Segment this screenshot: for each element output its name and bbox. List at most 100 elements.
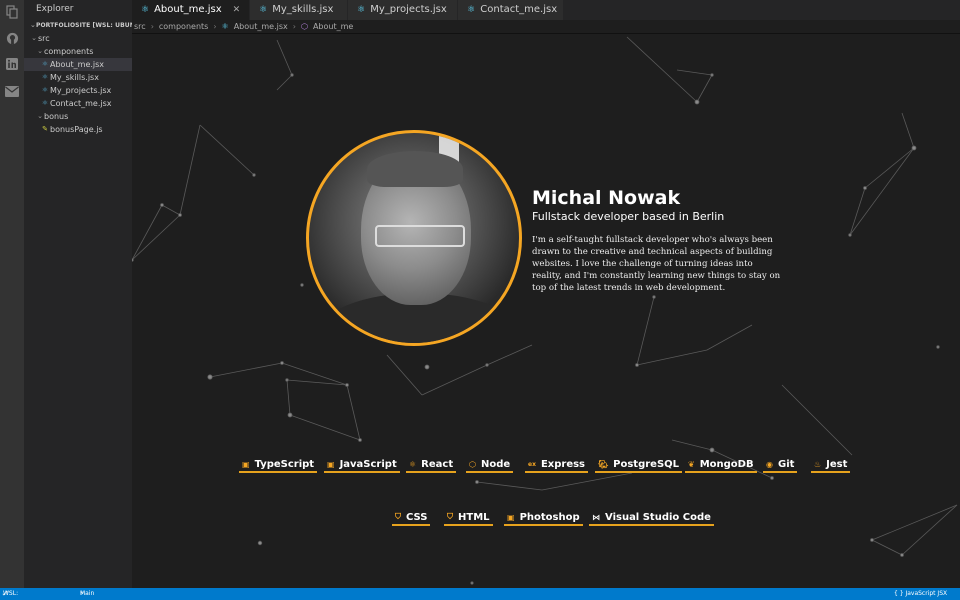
activity-bar xyxy=(0,0,24,588)
skill-label: MongoDB xyxy=(699,458,754,470)
mail-icon[interactable] xyxy=(4,83,20,99)
remote-label: WSL: Ubuntu xyxy=(3,590,19,597)
explorer-sidebar: Explorer ⌄ PORTFOLIOSITE [WSL: UBUNTU] ⌄… xyxy=(24,0,147,588)
react-icon: ⚛ xyxy=(41,73,49,81)
react-icon: ⚛ xyxy=(41,60,49,68)
react-icon: ⚛ xyxy=(221,21,229,31)
chevron-right-icon: › xyxy=(150,21,154,31)
tab-label: Contact_me.jsx xyxy=(480,4,558,15)
skill-label: Git xyxy=(777,458,795,470)
chevron-down-icon: ⌄ xyxy=(37,112,43,120)
react-icon: ⚛ xyxy=(409,459,417,469)
tree-item-src[interactable]: ⌄ src xyxy=(24,32,132,45)
project-label: PORTFOLIOSITE [WSL: UBUNTU] xyxy=(35,21,147,29)
vscode-window: Explorer ⌄ PORTFOLIOSITE [WSL: UBUNTU] ⌄… xyxy=(0,0,960,600)
skill-label: PostgreSQL xyxy=(613,458,680,470)
tree-item-label: bonusPage.js xyxy=(50,125,103,134)
react-icon: ⚛ xyxy=(141,5,150,15)
tree-item-my-skills[interactable]: ⚛ My_skills.jsx xyxy=(24,71,132,84)
tab-about-me[interactable]: ⚛ About_me.jsx ✕ xyxy=(132,0,251,20)
chevron-right-icon: › xyxy=(213,21,217,31)
skill-label: Visual Studio Code xyxy=(605,511,711,523)
skill-vscode: ⋈ Visual Studio Code xyxy=(589,510,714,526)
tab-label: About_me.jsx xyxy=(154,4,222,15)
react-icon: ⚛ xyxy=(259,5,268,15)
chevron-down-icon: ⌄ xyxy=(37,47,43,55)
particle-network-background xyxy=(132,36,958,585)
tree-item-label: components xyxy=(44,47,94,56)
profile-photo xyxy=(306,130,522,346)
js-file-icon: ✎ xyxy=(42,125,48,133)
typescript-icon: ▣ xyxy=(242,459,250,469)
react-icon: ⚛ xyxy=(467,5,476,15)
skill-label: Express xyxy=(540,458,586,470)
mongodb-icon: ❦ xyxy=(688,459,695,469)
tab-my-projects[interactable]: ⚛ My_projects.jsx xyxy=(348,0,459,20)
branch-label: Main xyxy=(80,590,95,597)
tree-item-label: bonus xyxy=(44,112,69,121)
tree-item-my-projects[interactable]: ⚛ My_projects.jsx xyxy=(24,84,132,97)
react-icon: ⚛ xyxy=(41,99,49,107)
tree-item-label: My_skills.jsx xyxy=(50,73,99,82)
skill-css: ⛉ CSS xyxy=(392,510,431,526)
html-icon: ⛉ xyxy=(447,512,453,521)
postgresql-icon: 🐘︎ xyxy=(598,459,609,469)
javascript-icon: ▣ xyxy=(327,459,335,469)
react-icon: ⚛ xyxy=(357,5,366,15)
breadcrumb-item[interactable]: About_me xyxy=(313,20,353,34)
skill-jest: ♨ Jest xyxy=(811,457,851,473)
tab-my-skills[interactable]: ⚛ My_skills.jsx xyxy=(250,0,349,20)
vscode-icon: ⋈ xyxy=(592,512,600,522)
skill-html: ⛉ HTML xyxy=(444,510,493,526)
tree-item-contact-me[interactable]: ⚛ Contact_me.jsx xyxy=(24,97,132,110)
tab-label: My_projects.jsx xyxy=(370,4,447,15)
breadcrumb-item[interactable]: About_me.jsx xyxy=(234,20,288,34)
files-icon[interactable] xyxy=(4,4,20,20)
express-icon: ex xyxy=(528,460,536,468)
skill-label: React xyxy=(421,458,454,470)
tab-contact-me[interactable]: ⚛ Contact_me.jsx xyxy=(458,0,565,20)
skill-label: TypeScript xyxy=(254,458,315,470)
skill-javascript: ▣ JavaScript xyxy=(324,457,400,473)
breadcrumb: src › components › ⚛ About_me.jsx › ⬡ Ab… xyxy=(132,20,960,34)
tree-item-bonus[interactable]: ⌄ bonus xyxy=(24,110,132,123)
chevron-down-icon: ⌄ xyxy=(31,34,37,42)
editor-tabs: ⚛ About_me.jsx ✕ ⚛ My_skills.jsx ⚛ My_pr… xyxy=(132,0,960,20)
breadcrumb-item[interactable]: components xyxy=(159,20,208,34)
tree-item-label: About_me.jsx xyxy=(50,60,105,69)
close-icon[interactable]: ✕ xyxy=(233,0,241,20)
tree-item-bonus-page[interactable]: ✎ bonusPage.js xyxy=(24,123,132,136)
skill-git: ◉ Git xyxy=(763,457,798,473)
tree-item-components[interactable]: ⌄ components xyxy=(24,45,132,58)
cube-icon: ⬡ xyxy=(300,21,308,31)
skill-express: ex Express xyxy=(525,457,589,473)
project-root[interactable]: ⌄ PORTFOLIOSITE [WSL: UBUNTU] xyxy=(24,18,147,32)
about-me-page: Michal Nowak Fullstack developer based i… xyxy=(132,35,960,588)
node-icon: ⬡ xyxy=(469,459,476,469)
tree-item-label: My_projects.jsx xyxy=(50,86,112,95)
photo-hair xyxy=(367,151,463,187)
git-icon: ◉ xyxy=(766,459,773,469)
github-icon[interactable] xyxy=(4,30,20,46)
skill-react: ⚛ React xyxy=(406,457,457,473)
skill-postgresql: 🐘︎ PostgreSQL xyxy=(595,457,683,473)
linkedin-icon[interactable] xyxy=(4,56,20,72)
tree-item-label: src xyxy=(38,34,50,43)
skill-node: ⬡ Node xyxy=(466,457,514,473)
skill-mongodb: ❦ MongoDB xyxy=(685,457,757,473)
skill-label: JavaScript xyxy=(339,458,397,470)
react-icon: ⚛ xyxy=(41,86,49,94)
tree-item-about-me[interactable]: ⚛ About_me.jsx xyxy=(24,58,132,71)
chevron-right-icon: › xyxy=(292,21,296,31)
tab-label: My_skills.jsx xyxy=(272,4,334,15)
skill-label: Jest xyxy=(826,458,848,470)
skill-photoshop: ▣ Photoshop xyxy=(504,510,583,526)
skill-typescript: ▣ TypeScript xyxy=(239,457,318,473)
skill-label: HTML xyxy=(458,511,490,523)
breadcrumb-item[interactable]: src xyxy=(134,20,146,34)
css-icon: ⛉ xyxy=(395,512,401,521)
profile-name: Michal Nowak xyxy=(532,187,681,209)
explorer-title: Explorer xyxy=(36,4,74,14)
language-mode[interactable]: { } JavaScript JSX xyxy=(894,588,947,600)
profile-bio: I'm a self-taught fullstack developer wh… xyxy=(532,235,781,293)
